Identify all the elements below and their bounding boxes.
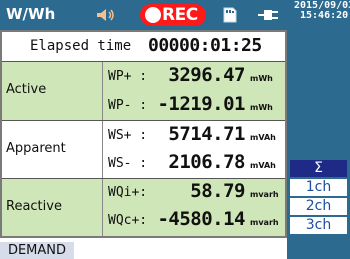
rec-indicator: REC	[140, 4, 206, 26]
screen-title: W/Wh	[6, 5, 56, 23]
measure-value: 2106.78	[168, 151, 245, 173]
measure-value: -4580.14	[157, 208, 245, 230]
measure-value: -1219.01	[157, 93, 245, 115]
measure-value: 5714.71	[168, 123, 245, 145]
measure-unit: mVAh	[250, 161, 276, 170]
rec-label: REC	[162, 5, 198, 25]
rec-icon	[145, 7, 161, 23]
channel-1-button[interactable]: 1ch	[289, 178, 348, 197]
measure-unit: mWh	[250, 103, 273, 112]
measure-label: WQc+:	[108, 213, 148, 228]
measure-label: WS+ :	[108, 128, 148, 143]
measure-label: WS- :	[108, 156, 148, 171]
reactive-group: Reactive WQi+: 58.79 mvarh WQc+: -4580.1…	[2, 179, 285, 236]
apparent-group: Apparent WS+ : 5714.71 mVAh WS- : 2106.7…	[2, 121, 285, 178]
column-divider	[102, 121, 103, 178]
measure-label: WP+ :	[108, 69, 148, 84]
measure-unit: mWh	[250, 74, 273, 83]
measure-label: WP- :	[108, 98, 148, 113]
sd-card-icon	[223, 7, 237, 23]
measure-unit: mvarh	[250, 190, 279, 199]
power-plug-icon	[258, 10, 278, 20]
status-bar: W/Wh REC 2015/09/03 15:46:20	[0, 0, 350, 30]
column-divider	[102, 179, 103, 236]
footer-strip	[74, 242, 287, 259]
column-divider	[102, 62, 103, 120]
channel-sum-button[interactable]: Σ	[289, 159, 348, 178]
measure-value: 3296.47	[168, 64, 245, 86]
group-label-active: Active	[6, 82, 47, 97]
measure-unit: mvarh	[250, 218, 279, 227]
group-label-reactive: Reactive	[6, 199, 62, 214]
measure-unit: mVAh	[250, 133, 276, 142]
demand-tab[interactable]: DEMAND	[0, 242, 74, 259]
measurement-panel: Elapsed time 00000:01:25 Active WP+ : 32…	[0, 30, 287, 238]
measure-label: WQi+:	[108, 185, 148, 200]
group-label-apparent: Apparent	[6, 141, 66, 156]
channel-2-button[interactable]: 2ch	[289, 197, 348, 216]
time-display: 15:46:20	[300, 10, 349, 21]
elapsed-time-label: Elapsed time	[30, 38, 132, 54]
channel-3-button[interactable]: 3ch	[289, 216, 348, 235]
measure-value: 58.79	[190, 180, 245, 202]
elapsed-time-value: 00000:01:25	[148, 35, 262, 56]
beep-icon	[97, 9, 114, 21]
active-group: Active WP+ : 3296.47 mWh WP- : -1219.01 …	[2, 62, 285, 120]
